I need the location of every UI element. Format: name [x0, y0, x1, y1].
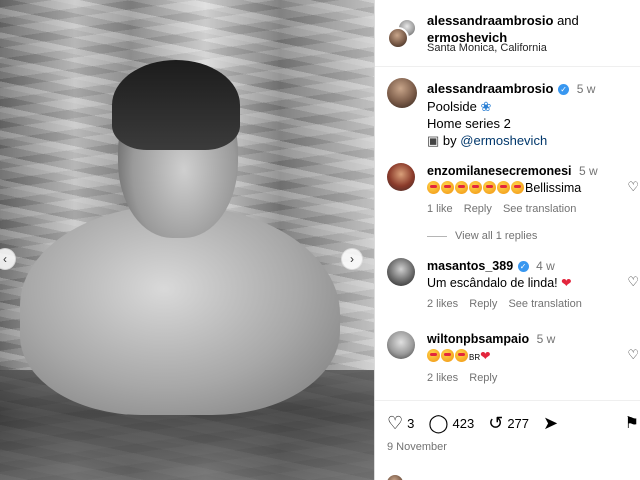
fish-emoji-icon: ❀ — [480, 99, 492, 114]
caption-by-text: by — [442, 133, 457, 148]
post-authors: alessandraambrosio and ermoshevich — [427, 12, 579, 46]
red-heart-emoji-icon: ❤ — [480, 349, 491, 363]
like-heart-icon[interactable]: ♡ — [387, 413, 403, 433]
verified-badge-icon: ✓ — [558, 84, 570, 96]
like-comment-heart-icon[interactable]: ♡ — [627, 179, 639, 195]
comment-username[interactable]: wiltonpbsampaio — [427, 332, 529, 346]
post-photo[interactable]: ‹ › — [0, 0, 374, 480]
comment-body: enzomilanesecremonesi 5 w Bellissima 1 l… — [427, 163, 617, 218]
comment-reply-button[interactable]: Reply — [469, 372, 497, 384]
caption-avatar[interactable] — [387, 78, 417, 108]
post-details-panel: alessandraambrosio and ermoshevich Santa… — [374, 0, 640, 480]
emoji-group-icon — [427, 349, 469, 363]
red-heart-emoji-icon: ❤ — [561, 276, 572, 290]
action-row: ♡ 3 ◯ 423 ↺ 277 ➤ — [387, 413, 558, 433]
comment-avatar[interactable] — [387, 258, 415, 286]
repost-icon[interactable]: ↺ — [488, 413, 503, 433]
post-header: alessandraambrosio and ermoshevich Santa… — [375, 0, 640, 67]
and-text: and — [557, 13, 579, 28]
heart-eyes-emoji-icon — [427, 181, 525, 195]
chevron-left-icon: ‹ — [3, 252, 7, 266]
like-count[interactable]: 3 — [407, 416, 414, 431]
comment-username[interactable]: masantos_389 — [427, 259, 513, 273]
post-actions: ♡ 3 ◯ 423 ↺ 277 ➤ ⚑ 9 November — [375, 400, 640, 480]
comment-text: Um escândalo de linda! — [427, 276, 558, 290]
comment-likes[interactable]: 1 like — [427, 203, 453, 215]
comment-reply-button[interactable]: Reply — [469, 298, 497, 310]
comment-text: Bellissima — [525, 181, 582, 195]
comment-bubble-icon[interactable]: ◯ — [428, 413, 448, 433]
comment-avatar[interactable] — [387, 331, 415, 359]
comment-body: wiltonpbsampaio 5 w BR❤ 2 likes Reply — [427, 331, 617, 387]
replies-divider — [427, 235, 447, 237]
comment-meta: 2 likes Reply — [427, 370, 617, 387]
author-link-1[interactable]: alessandraambrosio — [427, 13, 553, 28]
caption-username[interactable]: alessandraambrosio — [427, 81, 553, 96]
like-comment-heart-icon[interactable]: ♡ — [627, 347, 639, 363]
chevron-right-icon: › — [350, 252, 354, 266]
repost-count[interactable]: 277 — [507, 416, 529, 431]
comment-avatar[interactable] — [387, 163, 415, 191]
see-translation-link[interactable]: See translation — [508, 298, 581, 310]
next-photo-button[interactable]: › — [341, 248, 363, 270]
post-date[interactable]: 9 November — [387, 441, 447, 453]
view-replies-label: View all 1 replies — [455, 230, 538, 242]
see-translation-link[interactable]: See translation — [503, 203, 576, 215]
view-replies-link[interactable]: View all 1 replies — [427, 230, 537, 242]
comment-reply-button[interactable]: Reply — [464, 203, 492, 215]
subject-hair — [112, 60, 240, 150]
like-comment-heart-icon[interactable]: ♡ — [627, 274, 639, 290]
caption-line-1: Poolside — [427, 99, 477, 114]
save-bookmark-icon[interactable]: ⚑ — [625, 413, 639, 433]
location-link[interactable]: Santa Monica, California — [427, 42, 547, 54]
avatar-alessandraambrosio[interactable] — [387, 27, 409, 49]
comment-body: masantos_389 ✓ 4 w Um escândalo de linda… — [427, 258, 617, 313]
collab-avatars[interactable] — [387, 18, 417, 49]
current-user-avatar[interactable] — [387, 475, 403, 480]
comment-time[interactable]: 5 w — [537, 332, 556, 346]
verified-badge-icon: ✓ — [517, 261, 529, 273]
comment-meta: 2 likes Reply See translation — [427, 296, 617, 313]
camera-emoji-icon: ▣ — [427, 133, 440, 148]
caption-line-2: Home series 2 — [427, 116, 511, 131]
comment-username[interactable]: enzomilanesecremonesi — [427, 164, 572, 178]
caption-body: alessandraambrosio ✓ 5 w Poolside ❀ Home… — [427, 80, 637, 149]
share-send-icon[interactable]: ➤ — [543, 413, 558, 433]
comment-meta: 1 like Reply See translation — [427, 201, 617, 218]
caption-mention-link[interactable]: @ermoshevich — [460, 133, 547, 148]
comment-time[interactable]: 4 w — [536, 259, 555, 273]
caption-time[interactable]: 5 w — [577, 82, 596, 96]
comment-text: BR — [469, 353, 481, 362]
comment-likes[interactable]: 2 likes — [427, 298, 458, 310]
comment-likes[interactable]: 2 likes — [427, 372, 458, 384]
comment-time[interactable]: 5 w — [579, 164, 598, 178]
comment-count[interactable]: 423 — [453, 416, 475, 431]
